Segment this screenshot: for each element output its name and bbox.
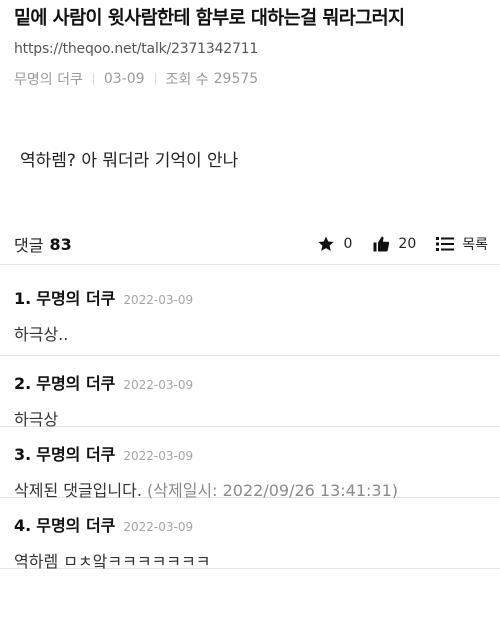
post-body: 역하렘? 아 뭐더라 기억이 안나: [20, 151, 239, 171]
comment-author: 무명의 더쿠: [36, 374, 116, 393]
comment-list: 1. 무명의 더쿠 2022-03-09 하극상.. 2. 무명의 더쿠 202…: [0, 265, 500, 571]
deleted-timestamp: (삭제일시: 2022/09/26 13:41:31): [147, 481, 399, 500]
star-button[interactable]: 0: [317, 235, 352, 253]
thumbs-up-icon: [373, 236, 390, 252]
post-author: 무명의 더쿠: [14, 72, 83, 88]
comment-author: 무명의 더쿠: [36, 516, 116, 535]
comment-date: 2022-03-09: [123, 449, 194, 463]
comment-date: 2022-03-09: [123, 520, 194, 534]
comment-author: 무명의 더쿠: [36, 289, 116, 308]
post-actions: 댓글 83 0 20 목록: [0, 224, 500, 265]
post-url[interactable]: https://theqoo.net/talk/2371342711: [14, 41, 486, 57]
comment-item: 1. 무명의 더쿠 2022-03-09 하극상..: [0, 271, 500, 356]
list-button[interactable]: 목록: [436, 234, 488, 254]
comment-index: 3.: [14, 445, 32, 464]
comment-item: 2. 무명의 더쿠 2022-03-09 하극상: [0, 356, 500, 429]
views-count: 29575: [213, 71, 259, 87]
comment-text: 하극상..: [14, 325, 69, 344]
comment-date: 2022-03-09: [123, 293, 194, 307]
divider: [92, 73, 94, 85]
post-header: 밑에 사람이 윗사람한테 함부로 대하는걸 뭐라그러지 https://theq…: [0, 0, 500, 89]
divider: [154, 73, 156, 85]
comment-item: 4. 무명의 더쿠 2022-03-09 역하렘 ㅁㅊ앜ㅋㅋㅋㅋㅋㅋㅋ: [0, 498, 500, 571]
list-label: 목록: [462, 237, 488, 253]
comment-count: 83: [49, 234, 72, 254]
comment-index: 1.: [14, 289, 32, 308]
star-icon: [318, 236, 335, 251]
star-count: 0: [343, 236, 353, 252]
comment-item: 3. 무명의 더쿠 2022-03-09 삭제된 댓글입니다. (삭제일시: 2…: [0, 427, 500, 500]
comment-text: 역하렘 ㅁㅊ앜ㅋㅋㅋㅋㅋㅋㅋ: [14, 552, 211, 571]
post-date: 03-09: [103, 71, 145, 87]
like-button[interactable]: 20: [372, 235, 416, 253]
like-count: 20: [398, 236, 417, 252]
deleted-comment-text: 삭제된 댓글입니다.: [14, 481, 142, 500]
comment-author: 무명의 더쿠: [36, 445, 116, 464]
views-label: 조회 수: [165, 72, 209, 88]
post-title: 밑에 사람이 윗사람한테 함부로 대하는걸 뭐라그러지: [14, 8, 405, 29]
post-meta: 무명의 더쿠 03-09 조회 수 29575: [14, 69, 486, 89]
comment-count-label: 댓글: [14, 236, 44, 255]
comment-index: 2.: [14, 374, 32, 393]
actions-right: 0 20 목록: [297, 234, 488, 254]
comment-date: 2022-03-09: [123, 378, 194, 392]
comment-index: 4.: [14, 516, 32, 535]
list-icon: [436, 237, 455, 251]
